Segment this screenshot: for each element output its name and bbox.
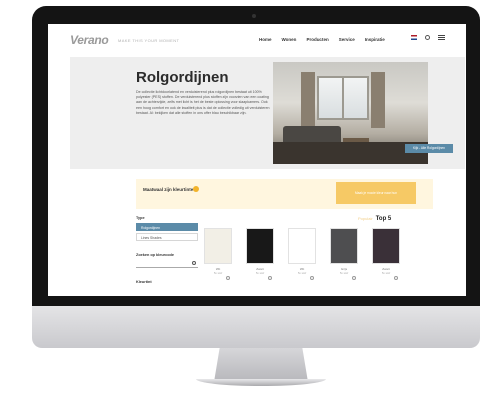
add-to-compare-icon[interactable] <box>226 276 230 280</box>
page-title: Rolgordijnen <box>136 69 229 86</box>
filter-colour-block: Kleurtint <box>136 280 198 284</box>
photo-table <box>343 138 369 142</box>
product-card[interactable]: Wit 5x stof <box>288 228 316 280</box>
filter-type-heading: Type <box>136 216 145 220</box>
colour-code-search-input[interactable] <box>136 260 198 268</box>
brand-tagline: MAKE THIS YOUR MOMENT <box>118 38 180 43</box>
product-card[interactable]: Grijs 5x stof <box>330 228 358 280</box>
search-icon <box>192 261 196 265</box>
results-header: Maatwaal zijn kleurtinten Maak je mooie … <box>136 179 433 209</box>
brand-logo[interactable]: Verano <box>70 33 109 47</box>
main-menu: Home Wonen Producten Service Inspiratie <box>259 37 385 42</box>
photo-sofa <box>283 126 341 142</box>
product-meta: 5x stof <box>297 271 307 275</box>
filter-search-heading: Zoeken op kleurcode <box>136 253 174 257</box>
add-to-compare-icon[interactable] <box>310 276 314 280</box>
menu-item-service[interactable]: Service <box>339 37 355 42</box>
hero-description: De collectie lichtdoorlatend en verduist… <box>136 90 270 115</box>
grid-heading-main: Top 5 <box>375 216 392 222</box>
results-title: Maatwaal zijn kleurtinten <box>143 187 197 192</box>
filter-sidebar: Type Rolgordijnen Lines Shades Zoeken op… <box>136 216 198 287</box>
product-meta: 5x stof <box>381 271 391 275</box>
search-icon[interactable] <box>425 35 430 40</box>
photo-curtain-right <box>371 72 385 128</box>
product-swatch[interactable] <box>330 228 358 264</box>
product-swatch[interactable] <box>288 228 316 264</box>
grid-heading-muted: Populair <box>358 216 373 221</box>
site-header: Verano MAKE THIS YOUR MOMENT Home Wonen … <box>48 24 466 56</box>
menu-item-home[interactable]: Home <box>259 37 272 42</box>
menu-item-producten[interactable]: Producten <box>306 37 328 42</box>
product-card[interactable]: Zwart 5x stof <box>372 228 400 280</box>
filter-search-block: Zoeken op kleurcode <box>136 253 198 268</box>
product-meta: 5x stof <box>213 271 223 275</box>
website-screen: Verano MAKE THIS YOUR MOMENT Home Wonen … <box>48 24 466 296</box>
add-to-compare-icon[interactable] <box>352 276 356 280</box>
add-to-compare-icon[interactable] <box>268 276 272 280</box>
add-to-compare-icon[interactable] <box>394 276 398 280</box>
language-flag-icon[interactable] <box>411 35 417 40</box>
grid-heading: Populair Top 5 <box>358 216 391 222</box>
monitor-chin <box>32 306 480 348</box>
filter-colour-heading: Kleurtint <box>136 280 152 284</box>
monitor-stand <box>214 348 308 382</box>
product-card[interactable]: Wit 5x stof <box>204 228 232 280</box>
filter-option-rolgordijnen[interactable]: Rolgordijnen <box>136 223 198 231</box>
hero-cta-button[interactable]: Kijk - Alle Rolgordijnen <box>405 144 453 153</box>
results-badge-icon <box>193 186 199 192</box>
product-meta: 5x stof <box>339 271 349 275</box>
product-grid: Wit 5x stof Zwart 5x stof Wit 5x stof Grijs 5x … <box>204 228 400 280</box>
product-swatch[interactable] <box>246 228 274 264</box>
product-swatch[interactable] <box>372 228 400 264</box>
monitor-foot <box>196 379 326 386</box>
photo-window <box>317 76 369 120</box>
menu-icon[interactable] <box>438 35 445 40</box>
product-swatch[interactable] <box>204 228 232 264</box>
product-meta: 5x stof <box>255 271 265 275</box>
camera-icon <box>252 14 256 18</box>
results-cta-button[interactable]: Maak je mooie kleur naar hun <box>336 182 416 204</box>
header-icons <box>411 35 445 40</box>
menu-item-wonen[interactable]: Wonen <box>282 37 297 42</box>
menu-item-inspiratie[interactable]: Inspiratie <box>365 37 385 42</box>
photo-curtain-left <box>301 72 315 128</box>
filter-option-lines-shades[interactable]: Lines Shades <box>136 233 198 241</box>
product-card[interactable]: Zwart 5x stof <box>246 228 274 280</box>
